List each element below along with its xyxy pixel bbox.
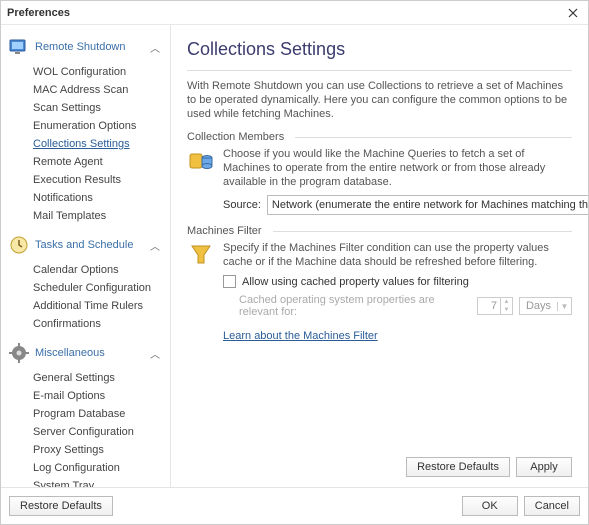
chevron-up-icon: ︿ — [150, 346, 164, 361]
nav-mac-address-scan[interactable]: MAC Address Scan — [33, 81, 170, 99]
body: Remote Shutdown ︿ WOL Configuration MAC … — [1, 25, 588, 487]
group-divider — [295, 137, 572, 138]
nav-proxy-settings[interactable]: Proxy Settings — [33, 441, 170, 459]
source-label: Source: — [223, 199, 261, 211]
heading-divider — [187, 70, 572, 71]
nav-program-database[interactable]: Program Database — [33, 405, 170, 423]
nav-items-miscellaneous: General Settings E-mail Options Program … — [5, 369, 170, 487]
ok-button[interactable]: OK — [462, 496, 518, 516]
group-title-machines-filter: Machines Filter — [187, 225, 572, 237]
section-tasks-schedule: Tasks and Schedule ︿ Calendar Options Sc… — [5, 229, 170, 333]
section-header-tasks-schedule[interactable]: Tasks and Schedule ︿ — [5, 229, 170, 261]
nav-execution-results[interactable]: Execution Results — [33, 171, 170, 189]
group-collection-members: Collection Members Choose if you would l… — [187, 131, 572, 215]
nav-items-tasks-schedule: Calendar Options Scheduler Configuration… — [5, 261, 170, 333]
nav-enumeration-options[interactable]: Enumeration Options — [33, 117, 170, 135]
footer-right: OK Cancel — [462, 496, 580, 516]
nav-notifications[interactable]: Notifications — [33, 189, 170, 207]
learn-filter-link[interactable]: Learn about the Machines Filter — [223, 330, 378, 342]
section-miscellaneous: Miscellaneous ︿ General Settings E-mail … — [5, 337, 170, 487]
cache-unit-dropdown[interactable]: Days ▼ — [519, 297, 572, 315]
group-text: Choose if you would like the Machine Que… — [223, 147, 572, 189]
section-label: Miscellaneous — [35, 347, 150, 359]
funnel-icon — [187, 241, 215, 269]
source-row: Source: Network (enumerate the entire ne… — [223, 195, 572, 215]
spinner-arrows: ▲▼ — [500, 298, 512, 314]
section-header-remote-shutdown[interactable]: Remote Shutdown ︿ — [5, 31, 170, 63]
nav-remote-agent[interactable]: Remote Agent — [33, 153, 170, 171]
group-title-label: Collection Members — [187, 131, 284, 143]
nav-items-remote-shutdown: WOL Configuration MAC Address Scan Scan … — [5, 63, 170, 225]
clock-icon — [7, 233, 31, 257]
monitor-icon — [7, 35, 31, 59]
group-title-collection-members: Collection Members — [187, 131, 572, 143]
spacer — [187, 352, 572, 451]
content-pane: Collections Settings With Remote Shutdow… — [171, 25, 588, 487]
allow-cached-checkbox[interactable] — [223, 275, 236, 288]
cache-days-spinner[interactable]: 7 ▲▼ — [477, 297, 513, 315]
section-remote-shutdown: Remote Shutdown ︿ WOL Configuration MAC … — [5, 31, 170, 225]
cache-unit-value: Days — [520, 300, 557, 312]
window-title: Preferences — [7, 7, 70, 19]
nav-collections-settings[interactable]: Collections Settings — [33, 135, 170, 153]
close-button[interactable] — [564, 4, 582, 22]
titlebar: Preferences — [1, 1, 588, 25]
footer: Restore Defaults OK Cancel — [1, 487, 588, 524]
nav-scheduler-configuration[interactable]: Scheduler Configuration — [33, 279, 170, 297]
group-title-label: Machines Filter — [187, 225, 262, 237]
cache-row: Cached operating system properties are r… — [239, 294, 572, 318]
nav-email-options[interactable]: E-mail Options — [33, 387, 170, 405]
apply-button[interactable]: Apply — [516, 457, 572, 477]
nav-confirmations[interactable]: Confirmations — [33, 315, 170, 333]
group-text: Specify if the Machines Filter condition… — [223, 241, 572, 269]
sidebar: Remote Shutdown ︿ WOL Configuration MAC … — [1, 25, 171, 487]
gear-icon — [7, 341, 31, 365]
nav-mail-templates[interactable]: Mail Templates — [33, 207, 170, 225]
section-header-miscellaneous[interactable]: Miscellaneous ︿ — [5, 337, 170, 369]
cache-text: Cached operating system properties are r… — [239, 294, 471, 318]
nav-general-settings[interactable]: General Settings — [33, 369, 170, 387]
nav-log-configuration[interactable]: Log Configuration — [33, 459, 170, 477]
group-body: Specify if the Machines Filter condition… — [187, 241, 572, 269]
database-icon — [187, 147, 215, 175]
content-button-row: Restore Defaults Apply — [187, 451, 572, 477]
restore-defaults-button[interactable]: Restore Defaults — [406, 457, 510, 477]
section-label: Remote Shutdown — [35, 41, 150, 53]
cancel-button[interactable]: Cancel — [524, 496, 580, 516]
chevron-down-icon: ▼ — [557, 302, 571, 311]
nav-additional-time-rulers[interactable]: Additional Time Rulers — [33, 297, 170, 315]
checkbox-row: Allow using cached property values for f… — [223, 275, 572, 288]
nav-server-configuration[interactable]: Server Configuration — [33, 423, 170, 441]
group-divider — [273, 231, 572, 232]
chevron-up-icon: ︿ — [150, 40, 164, 55]
section-label: Tasks and Schedule — [35, 239, 150, 251]
nav-scan-settings[interactable]: Scan Settings — [33, 99, 170, 117]
page-heading: Collections Settings — [187, 39, 572, 60]
source-dropdown[interactable]: Network (enumerate the entire network fo… — [267, 195, 588, 215]
footer-restore-defaults-button[interactable]: Restore Defaults — [9, 496, 113, 516]
close-icon — [568, 8, 578, 18]
nav-system-tray[interactable]: System Tray — [33, 477, 170, 487]
nav-calendar-options[interactable]: Calendar Options — [33, 261, 170, 279]
preferences-window: Preferences Remote Shutdown ︿ WOL Config… — [0, 0, 589, 525]
group-body: Choose if you would like the Machine Que… — [187, 147, 572, 189]
page-description: With Remote Shutdown you can use Collect… — [187, 79, 572, 121]
nav-wol-configuration[interactable]: WOL Configuration — [33, 63, 170, 81]
group-machines-filter: Machines Filter Specify if the Machines … — [187, 225, 572, 342]
checkbox-label: Allow using cached property values for f… — [242, 276, 469, 288]
cache-days-value: 7 — [478, 298, 500, 314]
source-value: Network (enumerate the entire network fo… — [268, 199, 588, 211]
chevron-up-icon: ︿ — [150, 238, 164, 253]
